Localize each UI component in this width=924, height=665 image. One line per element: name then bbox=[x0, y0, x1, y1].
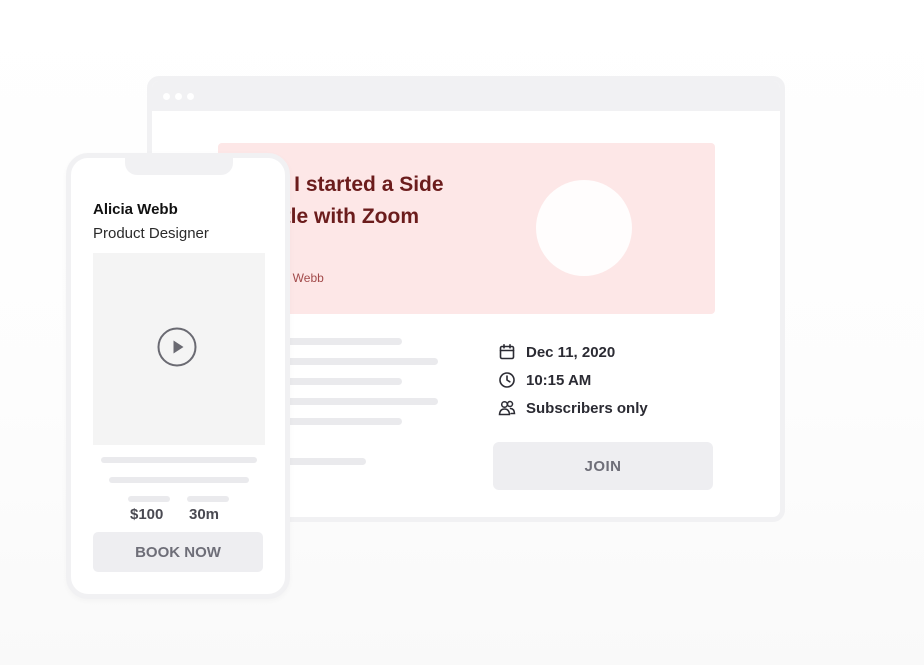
event-time-row: 10:15 AM bbox=[498, 369, 591, 391]
placeholder-line bbox=[128, 496, 170, 502]
host-role: Product Designer bbox=[93, 225, 209, 242]
event-date: Dec 11, 2020 bbox=[526, 343, 616, 361]
host-avatar-placeholder bbox=[536, 180, 632, 276]
join-button[interactable]: JOIN bbox=[493, 442, 713, 490]
placeholder-line bbox=[109, 477, 249, 483]
video-thumbnail[interactable] bbox=[93, 253, 265, 445]
phone-device: Alicia Webb Product Designer $100 30m BO… bbox=[66, 153, 290, 599]
placeholder-line bbox=[284, 398, 438, 405]
users-icon bbox=[498, 400, 516, 416]
window-dot bbox=[175, 93, 182, 100]
event-access: Subscribers only bbox=[526, 399, 648, 417]
window-dot bbox=[163, 93, 170, 100]
event-hero-banner: How I started a Side Hustle with Zoom By… bbox=[218, 143, 715, 314]
event-access-row: Subscribers only bbox=[498, 397, 648, 419]
calendar-icon bbox=[499, 343, 515, 360]
clock-icon bbox=[499, 372, 515, 388]
event-time: 10:15 AM bbox=[526, 371, 592, 389]
window-dot bbox=[187, 93, 194, 100]
play-icon[interactable] bbox=[157, 327, 197, 367]
phone-notch bbox=[125, 158, 233, 175]
placeholder-line bbox=[284, 418, 402, 425]
session-duration: 30m bbox=[189, 506, 220, 523]
placeholder-line bbox=[284, 358, 438, 365]
placeholder-line bbox=[284, 338, 402, 345]
session-price: $100 bbox=[130, 506, 164, 523]
placeholder-line bbox=[101, 457, 257, 463]
host-name: Alicia Webb bbox=[93, 201, 178, 218]
event-date-row: Dec 11, 2020 bbox=[498, 341, 615, 363]
placeholder-line bbox=[284, 378, 402, 385]
placeholder-line bbox=[187, 496, 229, 502]
placeholder-line bbox=[284, 458, 366, 465]
browser-titlebar bbox=[152, 81, 780, 111]
book-now-button[interactable]: BOOK NOW bbox=[93, 532, 263, 572]
